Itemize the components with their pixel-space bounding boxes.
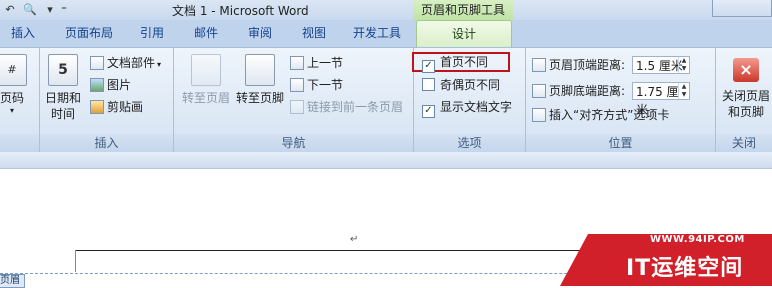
footer-bottom-distance-input[interactable]: 1.75 厘米 ▲ ▼ [632, 82, 690, 117]
group-label-navigation: 导航 [174, 134, 413, 152]
prev-section-icon [290, 56, 304, 70]
datetime-label: 日期和 时间 [44, 91, 81, 121]
footer-bottom-label: 页脚底端距离: [549, 84, 626, 98]
page-number-icon: # [0, 54, 27, 86]
link-previous-button[interactable]: 链接到前一条页眉 [290, 98, 403, 116]
group-position: 页眉顶端距离: 1.5 厘米 ▲ ▼ 页脚底端距离: 1.75 厘米 ▲ ▼ 插入“… [526, 48, 716, 152]
chevron-down-icon: ▾ [157, 60, 162, 69]
calendar-clock-icon: 5 [48, 54, 78, 86]
tab-page-layout[interactable]: 页面布局 [56, 20, 122, 47]
ribbon: # 页码 ▾ 5 日期和 时间 文档部件 ▾ 图片 剪贴画 插入 转至页眉 转至页… [0, 47, 772, 153]
page-number-label: 页码 [0, 91, 24, 105]
clipart-button[interactable]: 剪贴画 [90, 98, 143, 116]
goto-footer-button[interactable]: 转至页脚 [232, 54, 288, 106]
margin-corner-mark [75, 250, 76, 272]
tab-insert[interactable]: 插入 [0, 20, 46, 47]
group-label-options: 选项 [414, 134, 525, 152]
spin-arrows-icon[interactable]: ▲ ▼ [678, 83, 689, 99]
picture-label: 图片 [107, 78, 132, 92]
group-navigation: 转至页眉 转至页脚 上一节 下一节 链接到前一条页眉 导航 [174, 48, 414, 152]
show-document-text-checkbox[interactable]: ✓ 显示文档文字 [422, 98, 513, 118]
customize-toolbar-icon[interactable]: ⁼ [56, 2, 72, 17]
chevron-down-icon: ▾ [9, 106, 14, 115]
header-top-label: 页眉顶端距离: [549, 58, 626, 72]
alignment-tab-icon [532, 108, 546, 122]
watermark-text: IT运维空间 [626, 256, 744, 281]
goto-footer-label: 转至页脚 [235, 91, 284, 105]
group-close: × 关闭页眉 和页脚 关闭 [716, 48, 772, 152]
first-page-different-checkbox[interactable]: ✓ 首页不同 [422, 53, 489, 73]
close-icon: × [733, 58, 759, 82]
prev-section-button[interactable]: 上一节 [290, 54, 343, 72]
checkmark-icon: ✓ [422, 105, 435, 118]
print-preview-icon[interactable]: 🔍 [22, 2, 38, 17]
next-section-button[interactable]: 下一节 [290, 76, 343, 94]
checkmark-icon: ✓ [422, 60, 435, 73]
footer-bottom-icon [532, 84, 546, 98]
picture-button[interactable]: 图片 [90, 76, 131, 94]
odd-even-different-label: 奇偶页不同 [440, 78, 501, 92]
header-top-distance-input[interactable]: 1.5 厘米 ▲ ▼ [632, 56, 690, 74]
window-controls[interactable] [712, 0, 772, 17]
window-title: 文档 1 - Microsoft Word [172, 4, 309, 18]
title-bar: ↶ 🔍 ▾ ⁼ 文档 1 - Microsoft Word 页眉和页脚工具 [0, 0, 772, 20]
header-top-value: 1.5 厘米 [636, 59, 683, 73]
close-header-footer-label: 关闭页眉 和页脚 [721, 89, 770, 119]
first-page-different-label: 首页不同 [440, 55, 489, 69]
link-icon [290, 100, 304, 114]
footer-bottom-distance-label-row: 页脚底端距离: [532, 82, 625, 100]
odd-even-different-checkbox[interactable]: 奇偶页不同 [422, 76, 500, 94]
link-previous-label: 链接到前一条页眉 [307, 100, 404, 114]
goto-footer-icon [245, 54, 275, 86]
undo-icon[interactable]: ↶ [2, 2, 18, 17]
header-top-icon [532, 58, 546, 72]
goto-header-button[interactable]: 转至页眉 [178, 54, 234, 106]
next-section-icon [290, 78, 304, 92]
group-label-close: 关闭 [716, 134, 772, 152]
group-label-header-footer [0, 134, 39, 152]
tab-design[interactable]: 设计 [416, 20, 512, 47]
doc-parts-icon [90, 56, 104, 70]
clipart-label: 剪贴画 [107, 100, 144, 114]
checkbox-empty-icon [422, 78, 435, 91]
group-label-insert: 插入 [40, 134, 173, 152]
spin-arrows-icon[interactable]: ▲ ▼ [678, 57, 689, 73]
datetime-button[interactable]: 5 日期和 时间 [42, 54, 84, 122]
context-tab-title: 页眉和页脚工具 [413, 0, 513, 20]
group-options: ✓ 首页不同 奇偶页不同 ✓ 显示文档文字 选项 [412, 48, 526, 152]
tab-references[interactable]: 引用 [128, 20, 176, 47]
ruler [0, 152, 772, 169]
picture-icon [90, 78, 104, 92]
prev-section-label: 上一节 [307, 56, 344, 70]
doc-parts-button[interactable]: 文档部件 ▾ [90, 54, 161, 72]
tab-developer[interactable]: 开发工具 [342, 20, 412, 47]
insert-alignment-tab-button[interactable]: 插入“对齐方式”选项卡 [532, 106, 669, 124]
group-header-footer: # 页码 ▾ [0, 48, 40, 152]
goto-header-label: 转至页眉 [181, 91, 230, 105]
goto-header-icon [191, 54, 221, 86]
clipart-icon [90, 100, 104, 114]
ribbon-tabs: 插入 页面布局 引用 邮件 审阅 视图 开发工具 设计 [0, 20, 772, 47]
show-document-text-label: 显示文档文字 [440, 100, 513, 114]
header-top-distance-label-row: 页眉顶端距离: [532, 56, 625, 74]
insert-alignment-tab-label: 插入“对齐方式”选项卡 [549, 108, 670, 122]
close-header-footer-button[interactable]: × 关闭页眉 和页脚 [718, 54, 772, 120]
group-insert: 5 日期和 时间 文档部件 ▾ 图片 剪贴画 插入 [40, 48, 174, 152]
tab-view[interactable]: 视图 [290, 20, 338, 47]
watermark-url: WWW.94IP.COM [650, 234, 745, 245]
doc-parts-label: 文档部件 [107, 56, 156, 70]
tab-mailings[interactable]: 邮件 [182, 20, 230, 47]
page-number-button[interactable]: # 页码 ▾ [0, 54, 30, 116]
tab-review[interactable]: 审阅 [236, 20, 284, 47]
paragraph-mark: ↵ [350, 234, 359, 245]
next-section-label: 下一节 [307, 78, 344, 92]
group-label-position: 位置 [526, 134, 715, 152]
